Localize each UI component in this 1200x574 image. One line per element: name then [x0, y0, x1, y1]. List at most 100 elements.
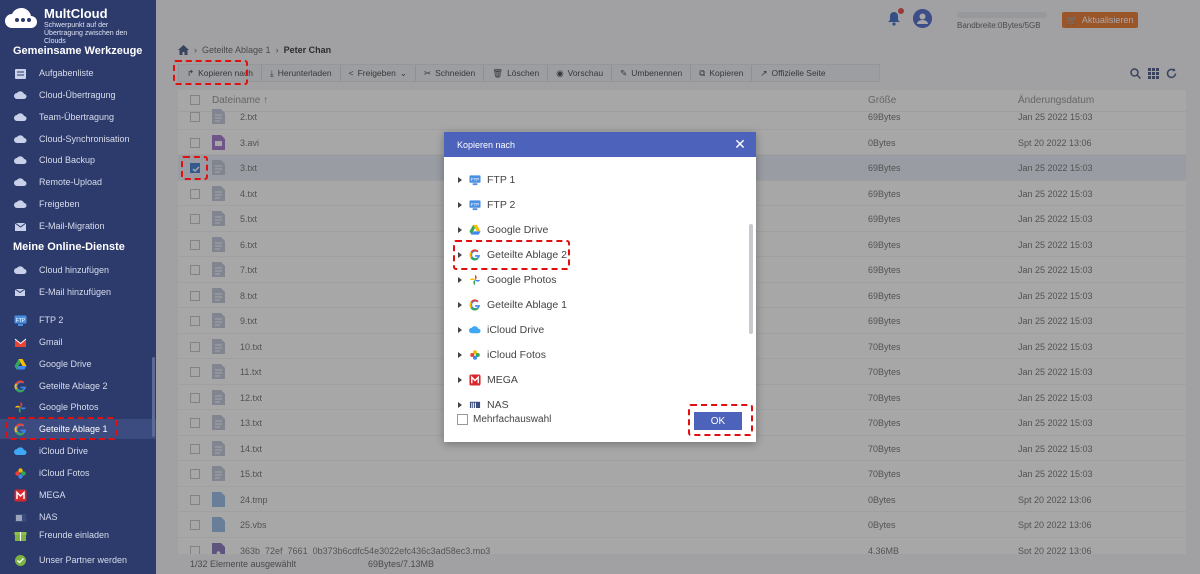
- expand-arrow-icon[interactable]: [458, 327, 462, 333]
- expand-arrow-icon[interactable]: [458, 227, 462, 233]
- invite-icon: [14, 529, 27, 542]
- icloud-icon: [14, 446, 27, 455]
- tree-item-icloud-fotos[interactable]: iCloud Fotos: [458, 345, 546, 365]
- tree-item-label: MEGA: [487, 374, 518, 386]
- ftp-icon: FTP: [14, 314, 27, 327]
- share-icon: [14, 198, 27, 211]
- sidebar-item-label: FTP 2: [39, 315, 64, 325]
- sidebar-item-geteilte-ablage-1[interactable]: Geteilte Ablage 1: [0, 419, 156, 439]
- sidebar-item-label: Aufgabenliste: [39, 68, 94, 78]
- expand-arrow-icon[interactable]: [458, 177, 462, 183]
- icloud-icon: [469, 324, 481, 336]
- logo[interactable]: MultCloud Schwerpunkt auf der Übertragun…: [0, 0, 156, 45]
- sidebar-item-cloud-hinzuf-gen[interactable]: Cloud hinzufügen: [0, 260, 156, 280]
- sidebar-item-label: Cloud hinzufügen: [39, 265, 110, 275]
- close-icon[interactable]: ✕: [733, 137, 747, 151]
- google-icon: [14, 379, 27, 393]
- tree-item-label: Geteilte Ablage 2: [487, 249, 567, 261]
- add-email-icon: [14, 286, 27, 299]
- expand-arrow-icon[interactable]: [458, 277, 462, 283]
- sidebar-item-label: Freunde einladen: [39, 530, 110, 540]
- sidebar-item-icloud-fotos[interactable]: iCloud Fotos: [0, 463, 156, 483]
- sidebar-item-team-bertragung[interactable]: Team-Übertragung: [0, 107, 156, 127]
- sidebar-item-remote-upload[interactable]: Remote-Upload: [0, 172, 156, 192]
- google-drive-icon: [14, 358, 27, 369]
- ftp-icon: FTP: [14, 315, 27, 326]
- tree-item-geteilte-ablage-2[interactable]: Geteilte Ablage 2: [458, 245, 567, 265]
- sidebar-item-mega[interactable]: MEGA: [0, 485, 156, 505]
- invite-icon: [14, 531, 27, 541]
- google-icon: [469, 249, 481, 261]
- gmail-icon: [14, 336, 27, 349]
- tree-item-ftp-1[interactable]: FTP FTP 1: [458, 170, 515, 190]
- ok-button[interactable]: OK: [694, 412, 742, 430]
- sidebar-item-freigeben[interactable]: Freigeben: [0, 194, 156, 214]
- app-name: MultCloud: [44, 6, 108, 21]
- tree-item-label: Google Photos: [487, 274, 557, 286]
- tree-item-geteilte-ablage-1[interactable]: Geteilte Ablage 1: [458, 295, 567, 315]
- sidebar-item-e-mail-migration[interactable]: E-Mail-Migration: [0, 216, 156, 236]
- icloud-photos-icon: [15, 467, 26, 479]
- dialog-scrollbar[interactable]: [749, 224, 753, 334]
- tree-item-icloud-drive[interactable]: iCloud Drive: [458, 320, 544, 340]
- nas-icon: [15, 513, 26, 522]
- dialog-header: Kopieren nach: [444, 132, 756, 157]
- sidebar-item-label: E-Mail hinzufügen: [39, 287, 112, 297]
- app-tagline: Schwerpunkt auf der Übertragung zwischen…: [44, 22, 128, 45]
- expand-arrow-icon[interactable]: [458, 377, 462, 383]
- nas-icon: [14, 511, 27, 524]
- google-icon: [469, 249, 481, 261]
- sidebar-item-label: Remote-Upload: [39, 177, 103, 187]
- team-transfer-icon: [14, 111, 27, 124]
- google-drive-icon: [469, 224, 481, 236]
- sidebar-item-aufgabenliste[interactable]: Aufgabenliste: [0, 63, 156, 83]
- cloud-transfer-icon: [14, 89, 27, 102]
- sidebar-item-cloud-bertragung[interactable]: Cloud-Übertragung: [0, 85, 156, 105]
- ftp-icon: FTP: [469, 199, 481, 211]
- sidebar-item-ftp-2[interactable]: FTP FTP 2: [0, 310, 156, 330]
- sidebar-item-e-mail-hinzuf-gen[interactable]: E-Mail hinzufügen: [0, 282, 156, 302]
- multi-select-checkbox[interactable]: [457, 414, 468, 425]
- sidebar-item-freunde-einladen[interactable]: Freunde einladen: [0, 525, 156, 545]
- sidebar-item-cloud-synchronisation[interactable]: Cloud-Synchronisation: [0, 129, 156, 149]
- sidebar-item-label: E-Mail-Migration: [39, 221, 105, 231]
- list-icon: [15, 68, 26, 79]
- sidebar-item-google-photos[interactable]: Google Photos: [0, 397, 156, 417]
- tree-item-nas[interactable]: NAS: [458, 395, 509, 408]
- tree-item-google-photos[interactable]: Google Photos: [458, 270, 556, 290]
- expand-arrow-icon[interactable]: [458, 202, 462, 208]
- sidebar-item-google-drive[interactable]: Google Drive: [0, 354, 156, 374]
- sidebar-item-unser-partner-werden[interactable]: Unser Partner werden: [0, 550, 156, 570]
- sidebar-item-label: Team-Übertragung: [39, 112, 115, 122]
- tree-item-google-drive[interactable]: Google Drive: [458, 220, 548, 240]
- tree-item-label: FTP 1: [487, 174, 516, 186]
- tree-item-mega[interactable]: MEGA: [458, 370, 518, 390]
- google-icon: [469, 299, 481, 311]
- sidebar-item-nas[interactable]: NAS: [0, 507, 156, 527]
- expand-arrow-icon[interactable]: [458, 352, 462, 358]
- expand-arrow-icon[interactable]: [458, 402, 462, 408]
- ftp-icon: FTP: [469, 174, 481, 186]
- mega-icon: [469, 374, 481, 386]
- tree-item-ftp-2[interactable]: FTP FTP 2: [458, 195, 515, 215]
- tree-item-label: Google Drive: [487, 224, 549, 236]
- sidebar-item-label: Cloud-Synchronisation: [39, 134, 130, 144]
- expand-arrow-icon[interactable]: [458, 302, 462, 308]
- sidebar-item-cloud-backup[interactable]: Cloud Backup: [0, 150, 156, 170]
- google-icon: [14, 379, 26, 392]
- ftp-icon: FTP: [469, 175, 481, 186]
- add-cloud-icon: [14, 265, 27, 274]
- tree-item-label: iCloud Fotos: [487, 349, 546, 361]
- multi-select-option[interactable]: Mehrfachauswahl: [457, 414, 551, 425]
- sidebar-item-gmail[interactable]: Gmail: [0, 332, 156, 352]
- partner-icon: [15, 554, 26, 566]
- partner-icon: [14, 554, 27, 567]
- expand-arrow-icon[interactable]: [458, 252, 462, 258]
- sidebar-item-geteilte-ablage-2[interactable]: Geteilte Ablage 2: [0, 376, 156, 396]
- sidebar-item-icloud-drive[interactable]: iCloud Drive: [0, 441, 156, 461]
- tree-item-label: NAS: [487, 399, 509, 408]
- sidebar-scrollbar[interactable]: [152, 357, 155, 437]
- sidebar-item-label: Gmail: [39, 337, 63, 347]
- sidebar-item-label: Cloud-Übertragung: [39, 90, 116, 100]
- sidebar-item-label: Geteilte Ablage 2: [39, 381, 108, 391]
